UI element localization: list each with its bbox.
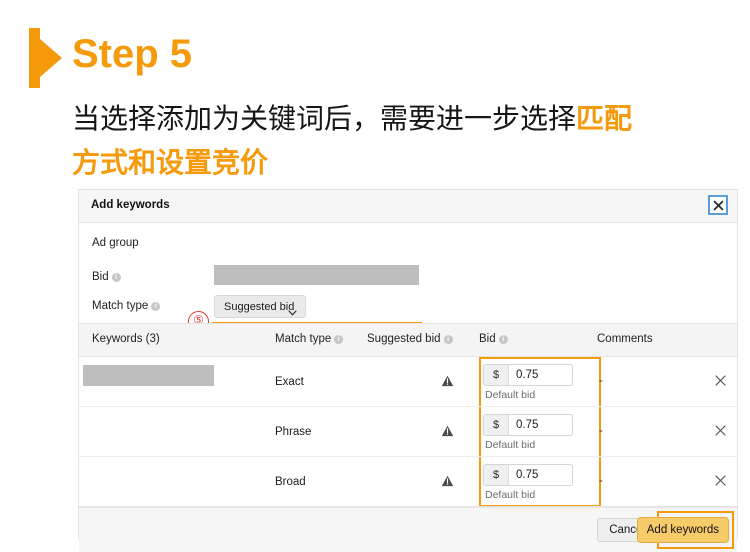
- dialog-footer: Cancel Add keywords: [79, 507, 737, 552]
- bid-label: Bid i: [92, 271, 121, 283]
- step-header: Step 5 当选择添加为关键词后，需要进一步选择匹配 方式和设置竞价: [0, 0, 750, 185]
- bid-sublabel: Default bid: [485, 389, 536, 401]
- column-header-bid: Bid i: [479, 333, 508, 345]
- warning-triangle-icon: [441, 474, 454, 492]
- row-match-type: Phrase: [275, 426, 312, 438]
- row-comments: -: [599, 475, 603, 487]
- bid-input-value[interactable]: 0.75: [509, 415, 572, 435]
- row-comments: -: [599, 375, 603, 387]
- table-row: Exact $ 0.75 Default bid -: [79, 357, 737, 407]
- bid-type-select-value: Suggested bid: [224, 301, 295, 313]
- step-description: 当选择添加为关键词后，需要进一步选择匹配 方式和设置竞价: [72, 97, 712, 185]
- row-match-type: Exact: [275, 376, 304, 388]
- row-match-type: Broad: [275, 476, 306, 488]
- keyword-value: [83, 365, 214, 386]
- bid-type-select[interactable]: Suggested bid: [214, 295, 306, 318]
- dialog-title: Add keywords: [91, 199, 170, 211]
- step-description-plain: 当选择添加为关键词后，需要进一步选择: [72, 103, 577, 134]
- bid-sublabel: Default bid: [485, 439, 536, 451]
- add-keywords-dialog: Add keywords Ad group Bid i Suggested bid…: [78, 189, 738, 552]
- column-header-match-type: Match type i: [275, 333, 344, 345]
- arrow-marker-icon: [29, 28, 62, 88]
- column-header-comments: Comments: [597, 333, 653, 345]
- close-icon[interactable]: [708, 195, 728, 215]
- info-icon[interactable]: i: [334, 335, 344, 344]
- bid-label-text: Bid: [92, 271, 109, 283]
- bid-input-group: $ 0.75 Default bid: [483, 364, 573, 401]
- info-icon[interactable]: i: [498, 335, 508, 344]
- currency-prefix: $: [484, 415, 509, 435]
- bid-input[interactable]: $ 0.75: [483, 414, 573, 436]
- match-type-label: Match type i: [92, 300, 161, 312]
- bid-input-value[interactable]: 0.75: [509, 465, 572, 485]
- ad-group-label: Ad group: [92, 237, 139, 249]
- currency-prefix: $: [484, 365, 509, 385]
- step-description-highlight-2: 方式和设置竞价: [72, 147, 269, 178]
- remove-row-icon[interactable]: [715, 473, 726, 491]
- remove-row-icon[interactable]: [715, 423, 726, 441]
- table-row: Broad $ 0.75 Default bid -: [79, 457, 737, 507]
- keywords-table-header: Keywords (3) Match type i Suggested bid i …: [79, 323, 737, 357]
- row-comments: -: [599, 425, 603, 437]
- column-header-suggested-bid: Suggested bid i: [367, 333, 453, 345]
- table-row: Phrase $ 0.75 Default bid -: [79, 407, 737, 457]
- chevron-down-icon: [288, 303, 297, 321]
- match-type-label-text: Match type: [92, 300, 149, 312]
- dialog-form-area: Ad group Bid i Suggested bid Match type i …: [79, 223, 737, 348]
- column-header-match-type-text: Match type: [275, 333, 332, 345]
- arrow-triangle: [40, 39, 62, 77]
- bid-sublabel: Default bid: [485, 489, 536, 501]
- keywords-table-body: Exact $ 0.75 Default bid - Phrase $ 0.75…: [79, 357, 737, 507]
- dialog-header: Add keywords: [79, 190, 737, 223]
- add-keywords-button[interactable]: Add keywords: [636, 517, 729, 543]
- bid-input[interactable]: $ 0.75: [483, 364, 573, 386]
- warning-triangle-icon: [441, 424, 454, 442]
- ad-group-field[interactable]: [214, 265, 419, 285]
- step-description-highlight-1: 匹配: [576, 103, 633, 134]
- arrow-bar: [29, 28, 40, 88]
- bid-input[interactable]: $ 0.75: [483, 464, 573, 486]
- remove-row-icon[interactable]: [715, 373, 726, 391]
- info-icon[interactable]: i: [111, 273, 121, 282]
- info-icon[interactable]: i: [151, 302, 161, 311]
- column-header-keywords: Keywords (3): [92, 333, 160, 345]
- bid-input-group: $ 0.75 Default bid: [483, 464, 573, 501]
- bid-input-group: $ 0.75 Default bid: [483, 414, 573, 451]
- info-icon[interactable]: i: [443, 335, 453, 344]
- warning-triangle-icon: [441, 374, 454, 392]
- currency-prefix: $: [484, 465, 509, 485]
- column-header-bid-text: Bid: [479, 333, 496, 345]
- page-title: Step 5: [72, 32, 193, 76]
- bid-input-value[interactable]: 0.75: [509, 365, 572, 385]
- column-header-suggested-bid-text: Suggested bid: [367, 333, 441, 345]
